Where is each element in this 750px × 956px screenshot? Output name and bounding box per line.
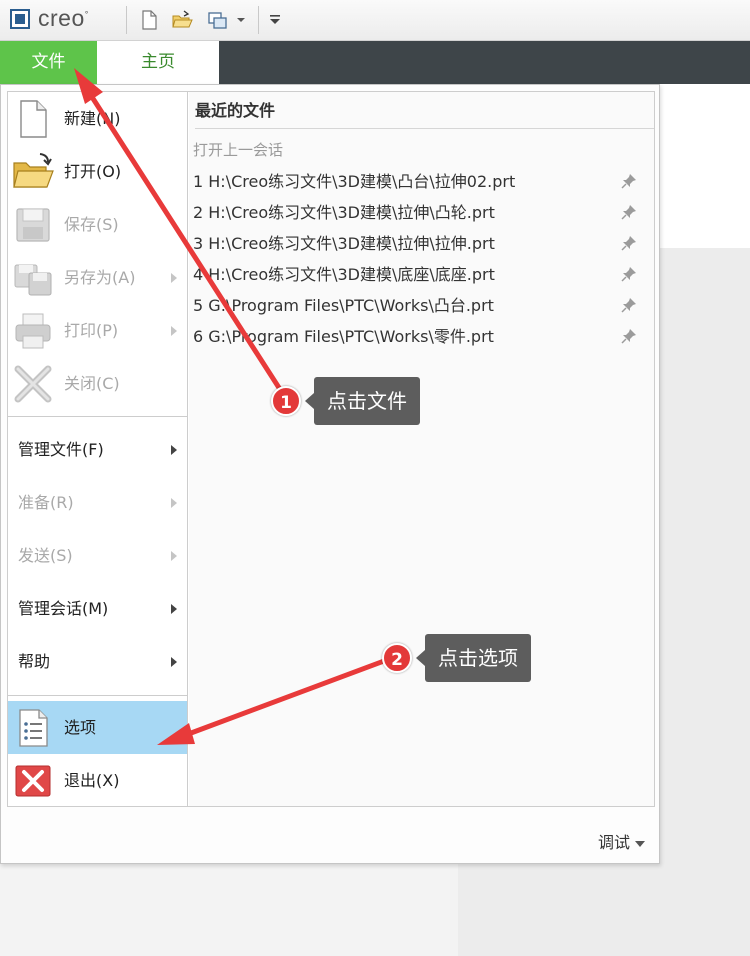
toolbar-separator [258,6,259,34]
recent-file-path: 3 H:\Creo练习文件\3D建模\拉伸\拉伸.prt [193,234,495,253]
tab-file[interactable]: 文件 [0,41,97,84]
menu-label: 选项 [64,718,97,737]
menu-options[interactable]: 选项 [8,701,187,754]
menu-label: 另存为(A) [64,268,136,287]
file-menu-commands: 新建(N) 打开(O) 保存(S) 另存为(A) 打印(P) 关闭(C) 管理文… [8,92,188,806]
customize-toolbar-icon[interactable] [266,11,284,29]
creo-logo-icon [10,9,30,29]
menu-label: 打开(O) [64,162,122,181]
close-x-icon [14,365,52,403]
options-list-icon [19,709,48,747]
recent-file-item[interactable]: 5 G:\Program Files\PTC\Works\凸台.prt [193,290,648,321]
menu-label: 准备(R) [18,493,74,512]
menu-help[interactable]: 帮助 [8,635,187,688]
chevron-down-icon[interactable] [235,14,247,26]
menu-save[interactable]: 保存(S) [8,198,187,251]
recent-file-item[interactable]: 2 H:\Creo练习文件\3D建模\拉伸\凸轮.prt [193,197,648,228]
pin-icon[interactable] [620,265,638,283]
menu-label: 退出(X) [64,771,120,790]
recent-file-path: 4 H:\Creo练习文件\3D建模\底座\底座.prt [193,265,495,284]
submenu-arrow-icon [171,604,177,614]
quick-access-toolbar: creo° [0,0,750,41]
menu-label: 保存(S) [64,215,119,234]
pin-icon[interactable] [620,203,638,221]
recent-file-item[interactable]: 6 G:\Program Files\PTC\Works\零件.prt [193,321,648,352]
open-folder-icon[interactable] [171,9,193,31]
submenu-arrow-icon [171,551,177,561]
recent-file-item[interactable]: 4 H:\Creo练习文件\3D建模\底座\底座.prt [193,259,648,290]
recent-file-path: 6 G:\Program Files\PTC\Works\零件.prt [193,327,494,346]
chevron-down-icon [635,840,645,847]
open-folder-icon [13,153,54,188]
submenu-arrow-icon [171,498,177,508]
exit-icon [15,765,51,797]
menu-close[interactable]: 关闭(C) [8,357,187,410]
debug-dropdown[interactable]: 调试 [598,829,645,853]
recent-file-path: 5 G:\Program Files\PTC\Works\凸台.prt [193,296,494,315]
window-icon[interactable] [206,9,228,31]
recent-file-item[interactable]: 3 H:\Creo练习文件\3D建模\拉伸\拉伸.prt [193,228,648,259]
new-file-icon[interactable] [138,9,160,31]
printer-icon [15,313,51,349]
menu-label: 帮助 [18,652,51,671]
file-menu-body: 新建(N) 打开(O) 保存(S) 另存为(A) 打印(P) 关闭(C) 管理文… [7,91,655,807]
step-badge-2: 2 [382,643,412,673]
submenu-arrow-icon [171,273,177,283]
debug-label: 调试 [597,833,630,852]
menu-manage-file[interactable]: 管理文件(F) [8,423,187,476]
menu-separator [8,695,187,696]
pin-icon[interactable] [620,296,638,314]
graphics-area-bottom [0,864,458,956]
menu-label: 发送(S) [18,546,73,565]
step-badge-1: 1 [271,386,301,416]
recent-file-path: 2 H:\Creo练习文件\3D建模\拉伸\凸轮.prt [193,203,495,222]
submenu-arrow-icon [171,445,177,455]
menu-prepare[interactable]: 准备(R) [8,476,187,529]
menu-exit[interactable]: 退出(X) [8,754,187,807]
file-menu: 新建(N) 打开(O) 保存(S) 另存为(A) 打印(P) 关闭(C) 管理文… [0,84,660,864]
menu-separator [8,416,187,417]
pin-icon[interactable] [620,172,638,190]
menu-manage-session[interactable]: 管理会话(M) [8,582,187,635]
app-name: creo° [38,5,89,31]
menu-label: 管理文件(F) [18,440,104,459]
save-disk-icon [16,208,50,242]
menu-new[interactable]: 新建(N) [8,92,187,145]
save-as-icon [14,264,52,296]
menu-label: 关闭(C) [64,374,120,393]
pin-icon[interactable] [620,327,638,345]
menu-label: 管理会话(M) [18,599,109,618]
menu-send[interactable]: 发送(S) [8,529,187,582]
pin-icon[interactable] [620,234,638,252]
menu-label: 新建(N) [64,109,121,128]
menu-save-as[interactable]: 另存为(A) [8,251,187,304]
ribbon-tab-bar: 文件 主页 [0,41,750,84]
recent-file-path: 1 H:\Creo练习文件\3D建模\凸台\拉伸02.prt [193,172,516,191]
submenu-arrow-icon [171,326,177,336]
recent-file-item[interactable]: 1 H:\Creo练习文件\3D建模\凸台\拉伸02.prt [193,166,648,197]
callout-step-1: 点击文件 [305,377,420,425]
new-document-icon [20,100,47,138]
menu-open[interactable]: 打开(O) [8,145,187,198]
submenu-arrow-icon [171,657,177,667]
callout-step-2: 点击选项 [416,634,531,682]
tab-home[interactable]: 主页 [97,41,219,84]
menu-print[interactable]: 打印(P) [8,304,187,357]
menu-label: 打印(P) [64,321,119,340]
recent-files-title: 最近的文件 [195,92,654,129]
recent-files-panel: 最近的文件 打开上一会话 1 H:\Creo练习文件\3D建模\凸台\拉伸02.… [189,92,654,806]
toolbar-separator [126,6,127,34]
open-last-session-link[interactable]: 打开上一会话 [193,139,283,160]
